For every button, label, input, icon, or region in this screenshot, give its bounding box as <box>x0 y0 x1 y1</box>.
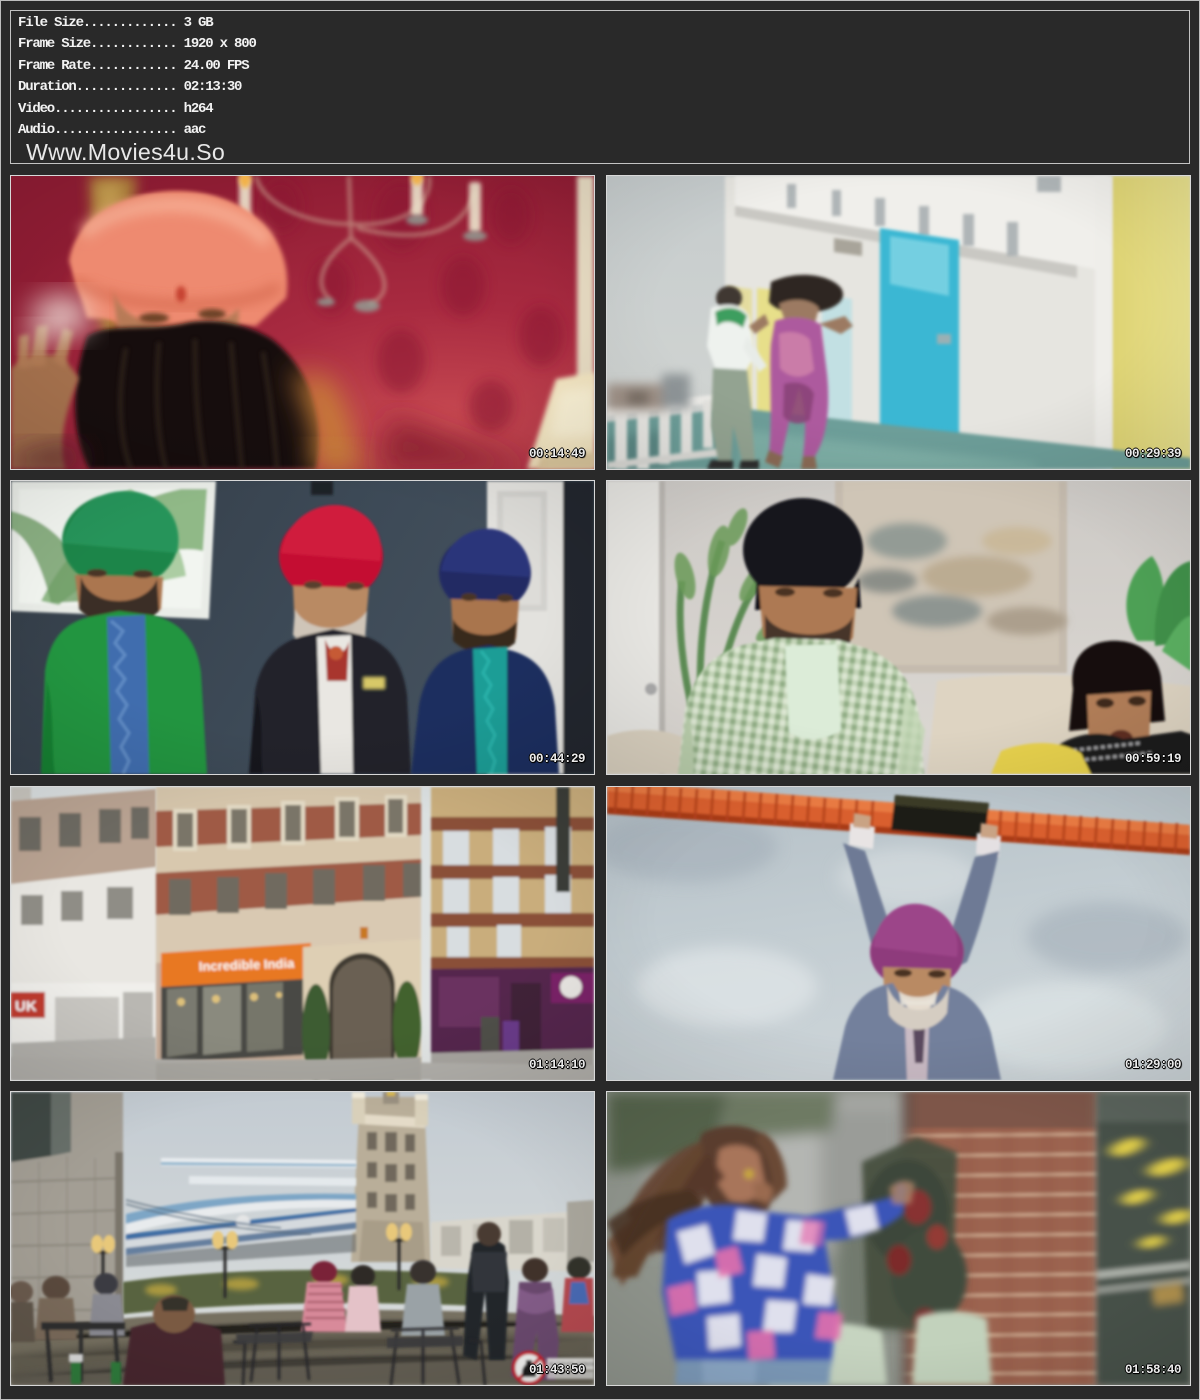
svg-text:Incredible India: Incredible India <box>199 956 296 974</box>
svg-text:UK: UK <box>15 998 37 1015</box>
svg-text:ALCOHOL CONSUMPTION IS INJURIO: ALCOHOL CONSUMPTION IS INJURIOUS <box>549 1362 594 1368</box>
